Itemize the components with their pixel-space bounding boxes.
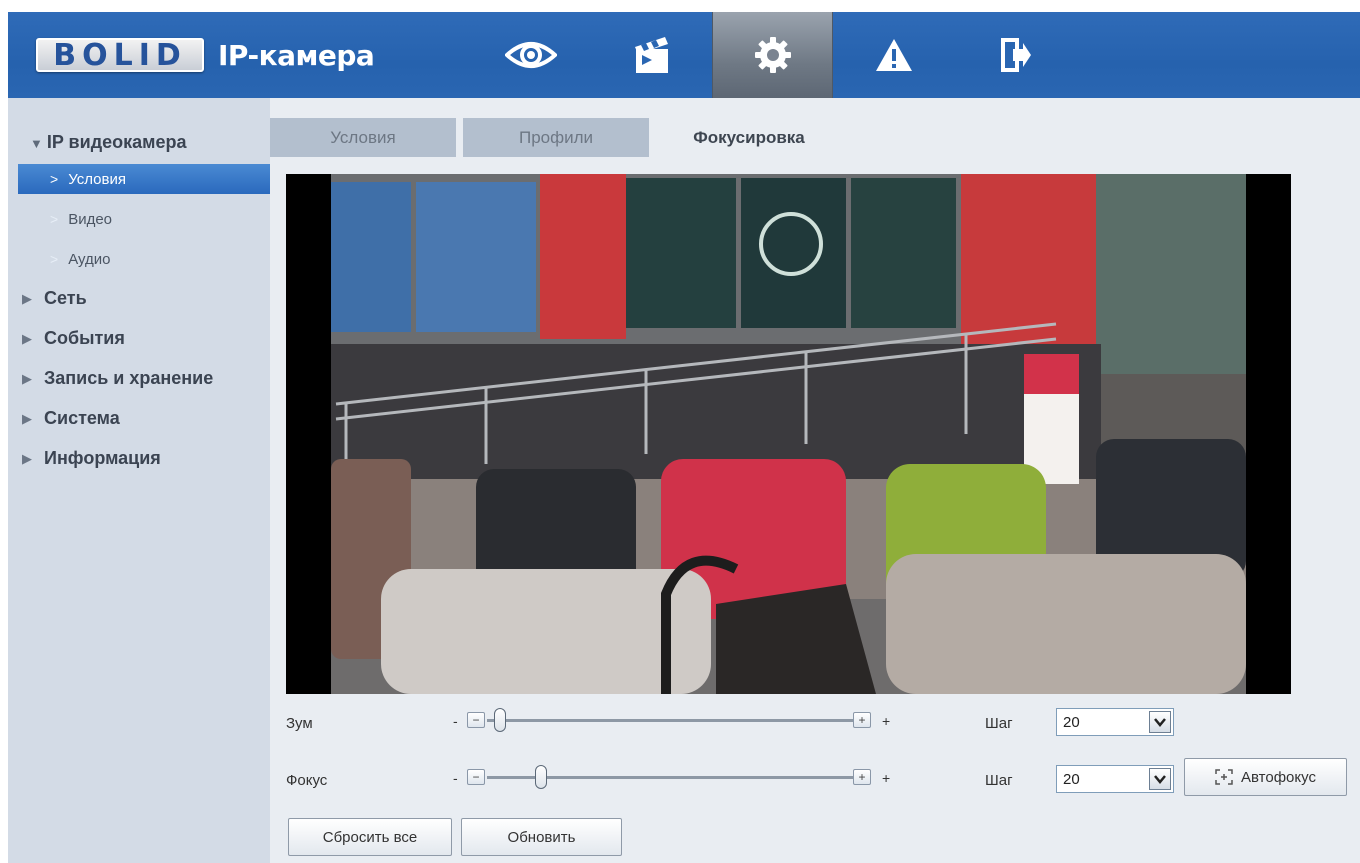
nav-alarm[interactable] [833, 12, 954, 98]
zoom-step-label: Шаг [985, 715, 1013, 732]
nav-logout[interactable] [954, 12, 1075, 98]
tab-focus[interactable]: Фокусировка [656, 118, 842, 157]
focus-step-label: Шаг [985, 772, 1013, 789]
autofocus-button[interactable]: Автофокус [1184, 758, 1347, 796]
chevron-down-icon[interactable] [1149, 768, 1171, 790]
sidebar-group-label: Информация [44, 448, 161, 468]
warning-icon [875, 39, 912, 71]
focus-step-select[interactable]: 20 [1056, 765, 1174, 793]
focus-plus-sign: + [882, 770, 891, 786]
sidebar-group-label: Система [44, 408, 120, 428]
sidebar-group-network[interactable]: ▶ Сеть [22, 288, 87, 309]
tab-bar: Условия Профили Фокусировка [270, 118, 1360, 157]
bolid-logo: BOLID [36, 37, 204, 73]
gear-icon [754, 37, 791, 73]
zoom-slider-thumb[interactable] [494, 708, 506, 732]
sidebar-item-video[interactable]: > Видео [18, 204, 270, 234]
zoom-slider-track[interactable] [487, 719, 853, 722]
reset-all-button[interactable]: Сбросить все [288, 818, 452, 856]
autofocus-label: Автофокус [1241, 768, 1316, 786]
sidebar: ▼ IP видеокамера > Условия > Видео > Ауди… [8, 98, 270, 863]
chevron-down-icon[interactable] [1149, 711, 1171, 733]
focus-decrease-button[interactable]: − [467, 769, 485, 785]
clapperboard-icon [634, 37, 668, 73]
sidebar-title: IP видеокамера [46, 132, 187, 152]
tab-profiles[interactable]: Профили [463, 118, 649, 157]
sidebar-item-label: Условия [68, 170, 126, 188]
zoom-increase-button[interactable]: + [853, 712, 871, 728]
sidebar-item-label: Аудио [68, 250, 111, 268]
sidebar-group-label: Запись и хранение [44, 368, 214, 388]
sidebar-group-system[interactable]: ▶ Система [22, 408, 120, 429]
sidebar-item-audio[interactable]: > Аудио [18, 244, 270, 274]
tab-conditions[interactable]: Условия [270, 118, 456, 157]
nav-settings[interactable] [712, 12, 833, 98]
sidebar-group-label: События [44, 328, 125, 348]
collapsed-triangle-icon: ▶ [22, 370, 32, 386]
sidebar-section-ip-camera[interactable]: ▼ IP видеокамера [30, 132, 186, 153]
collapsed-triangle-icon: ▶ [22, 410, 32, 426]
sidebar-group-information[interactable]: ▶ Информация [22, 448, 161, 469]
sidebar-group-recording[interactable]: ▶ Запись и хранение [22, 368, 213, 389]
sidebar-item-conditions[interactable]: > Условия [18, 164, 270, 194]
nav-live-view[interactable] [470, 12, 591, 98]
focus-label: Фокус [286, 772, 328, 789]
camera-feed-image [286, 174, 1291, 694]
collapsed-triangle-icon: ▶ [22, 330, 32, 346]
zoom-decrease-button[interactable]: − [467, 712, 485, 728]
collapsed-triangle-icon: ▶ [22, 450, 32, 466]
nav-playback[interactable] [591, 12, 712, 98]
brand-logo: BOLID IP-камера [36, 32, 375, 78]
chevron-right-icon: > [50, 251, 59, 267]
eye-icon [504, 42, 557, 68]
focus-minus-sign: - [453, 770, 458, 786]
main-nav [470, 12, 1075, 98]
focus-slider-thumb[interactable] [534, 765, 547, 789]
sidebar-item-label: Видео [68, 210, 113, 228]
sidebar-group-events[interactable]: ▶ События [22, 328, 125, 349]
top-header: BOLID IP-камера [8, 12, 1360, 98]
app-title: IP-камера [218, 38, 375, 72]
zoom-minus-sign: - [453, 713, 458, 729]
logo-text: BOLID [53, 37, 187, 73]
zoom-step-value: 20 [1063, 714, 1080, 731]
expanded-triangle-icon: ▼ [30, 136, 43, 151]
focus-increase-button[interactable]: + [853, 769, 871, 785]
main-content: Условия Профили Фокусировка Зум - − + + … [270, 98, 1360, 863]
sidebar-group-label: Сеть [44, 288, 87, 308]
autofocus-icon [1215, 769, 1233, 785]
collapsed-triangle-icon: ▶ [22, 290, 32, 306]
focus-step-value: 20 [1063, 771, 1080, 788]
zoom-plus-sign: + [882, 713, 891, 729]
chevron-right-icon: > [50, 211, 59, 227]
video-preview[interactable] [286, 174, 1291, 694]
chevron-right-icon: > [50, 171, 59, 187]
zoom-step-select[interactable]: 20 [1056, 708, 1174, 736]
refresh-button[interactable]: Обновить [461, 818, 622, 856]
zoom-label: Зум [286, 715, 313, 732]
logout-icon [1000, 38, 1031, 72]
